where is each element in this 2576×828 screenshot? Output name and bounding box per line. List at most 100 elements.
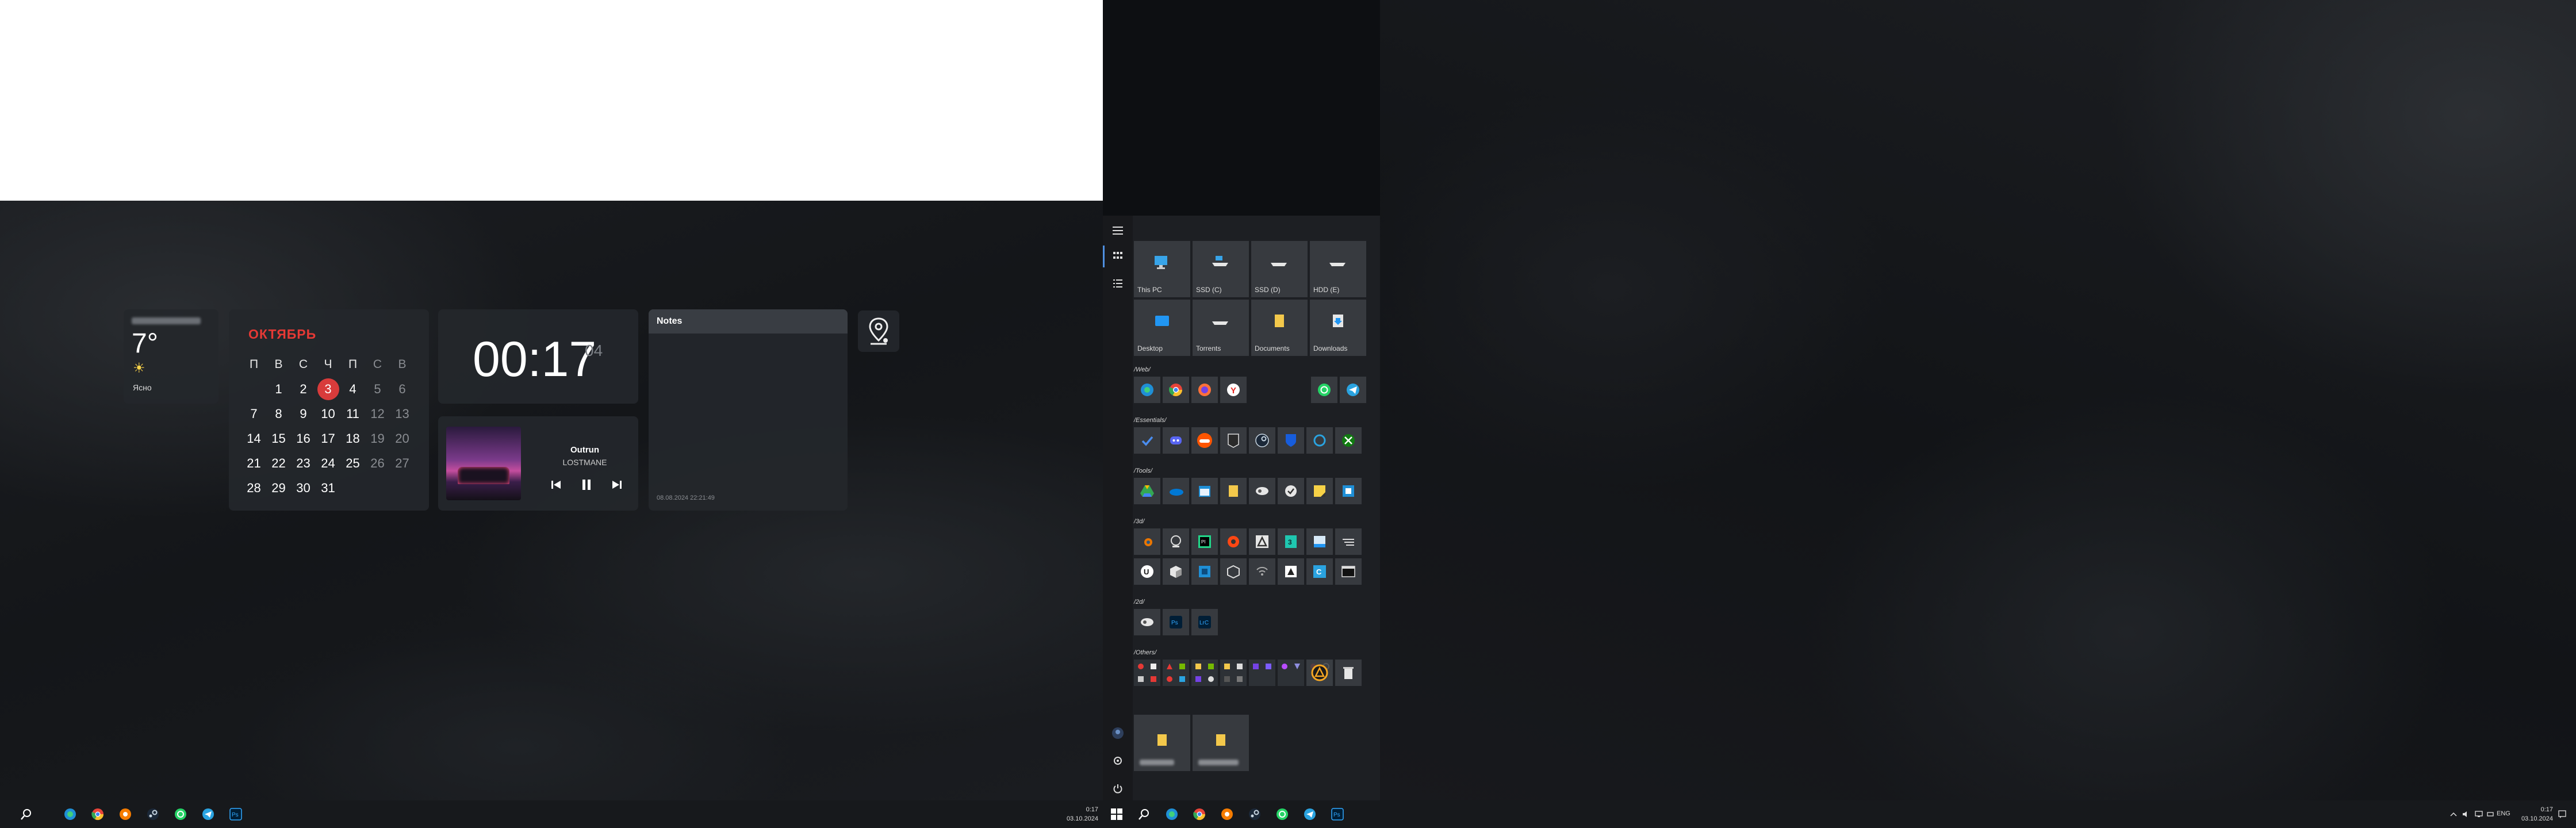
tile-hdd-e[interactable]: HDD (E) (1310, 241, 1366, 297)
cube-app-icon[interactable] (1163, 558, 1189, 585)
whatsapp-icon[interactable] (171, 805, 190, 823)
yandex-browser-icon[interactable] (1218, 805, 1236, 823)
lightroom-icon[interactable]: LrC (1191, 609, 1218, 635)
yandex-browser-icon[interactable]: Y (1220, 377, 1247, 403)
firefox-icon[interactable] (1191, 377, 1218, 403)
substance-icon[interactable]: 3 (1278, 528, 1304, 555)
previous-track-icon[interactable] (547, 476, 565, 493)
blender-icon[interactable] (1134, 528, 1160, 555)
notes-file-icon[interactable] (1220, 478, 1247, 504)
yandex-browser-icon[interactable] (116, 805, 135, 823)
recycle-bin-icon[interactable] (1335, 660, 1362, 686)
chrome-icon[interactable] (1190, 805, 1209, 823)
windows-start-icon[interactable] (1107, 805, 1126, 823)
photoshop-icon[interactable]: Ps (227, 805, 245, 823)
edge-icon[interactable] (1163, 805, 1181, 823)
user-avatar[interactable] (1109, 724, 1127, 742)
toolbox-icon[interactable] (1335, 528, 1362, 555)
remote-desktop-icon[interactable] (1335, 478, 1362, 504)
calendar-weekday: П (348, 357, 358, 371)
cinema-app-icon[interactable]: C (1306, 558, 1333, 585)
others-folder-2[interactable] (1163, 660, 1189, 686)
chrome-icon[interactable] (1163, 377, 1189, 403)
meshroom-icon[interactable] (1163, 528, 1189, 555)
soundcloud-icon[interactable] (1191, 427, 1218, 454)
krita-icon[interactable] (1134, 609, 1160, 635)
sticky-notes-icon[interactable] (1306, 478, 1333, 504)
app-mini-icon (1234, 673, 1245, 685)
rail-active-indicator (1103, 246, 1105, 267)
tray-device-icon[interactable] (2485, 805, 2496, 823)
wechat-like-icon[interactable] (1306, 427, 1333, 454)
next-track-icon[interactable] (608, 476, 626, 493)
unity-hub-icon[interactable] (1249, 528, 1275, 555)
bitwarden-icon[interactable] (1278, 427, 1304, 454)
others-folder-6[interactable] (1278, 660, 1304, 686)
others-folder-4[interactable] (1220, 660, 1247, 686)
others-folder-1[interactable] (1134, 660, 1160, 686)
calendar-day: 13 (395, 406, 409, 421)
edge-icon[interactable] (1134, 377, 1160, 403)
network-icon[interactable] (2474, 805, 2484, 823)
others-folder-3[interactable] (1191, 660, 1218, 686)
onedrive-icon[interactable] (1163, 478, 1189, 504)
3d-builder-icon[interactable] (1220, 558, 1247, 585)
photoshop-icon[interactable]: Ps (1163, 609, 1189, 635)
camera-pin-widget[interactable] (858, 310, 899, 352)
unreal-engine-icon[interactable]: U (1134, 558, 1160, 585)
google-drive-icon[interactable] (1134, 478, 1160, 504)
tile-ssd-d[interactable]: SSD (D) (1251, 241, 1308, 297)
houdini-icon[interactable] (1220, 528, 1247, 555)
pause-icon[interactable] (578, 476, 595, 493)
notes-widget[interactable]: Notes 08.08.2024 22:21:49 (649, 309, 848, 511)
telegram-icon[interactable] (1340, 377, 1366, 403)
photoshop-icon[interactable]: Ps (1328, 805, 1347, 823)
pinned-note-2[interactable] (1193, 715, 1249, 771)
all-apps-list-icon[interactable] (1109, 274, 1127, 293)
edge-icon[interactable] (61, 805, 79, 823)
left-taskbar-clock[interactable]: 0:17 03.10.2024 (1052, 805, 1098, 823)
wireless-display-icon[interactable] (1249, 558, 1275, 585)
search-icon[interactable] (17, 805, 36, 823)
marmoset-icon[interactable] (1306, 528, 1333, 555)
search-icon[interactable] (1135, 805, 1153, 823)
pinned-note-1[interactable] (1134, 715, 1190, 771)
calendar-app-icon[interactable] (1191, 478, 1218, 504)
tile-desktop[interactable]: Desktop (1134, 300, 1190, 356)
telegram-icon[interactable] (199, 805, 217, 823)
tile-downloads[interactable]: Downloads (1310, 300, 1366, 356)
whatsapp-icon[interactable] (1311, 377, 1337, 403)
cleaner-icon[interactable] (1278, 478, 1304, 504)
steam-icon[interactable] (144, 805, 162, 823)
archicad-icon[interactable] (1278, 558, 1304, 585)
discord-icon[interactable] (1163, 427, 1189, 454)
tile-ssd-c[interactable]: SSD (C) (1193, 241, 1249, 297)
microsoft-todo-icon[interactable] (1134, 427, 1160, 454)
right-taskbar-clock[interactable]: 0:17 03.10.2024 (2506, 805, 2553, 823)
steam-icon[interactable] (1249, 427, 1275, 454)
pycharm-icon[interactable]: PI (1191, 528, 1218, 555)
aimp-icon[interactable] (1306, 660, 1333, 686)
xbox-icon[interactable] (1335, 427, 1362, 454)
chrome-icon[interactable] (89, 805, 107, 823)
chevron-up-icon[interactable] (2448, 805, 2459, 823)
epic-games-icon[interactable] (1220, 427, 1247, 454)
clock-time: 00:17 (473, 332, 597, 387)
speaker-icon[interactable] (2461, 805, 2471, 823)
pinned-tiles-icon[interactable] (1109, 247, 1127, 265)
power-icon[interactable] (1109, 779, 1127, 798)
tile-documents[interactable]: Documents (1251, 300, 1308, 356)
settings-gear-icon[interactable] (1109, 752, 1127, 770)
notification-center-icon[interactable] (2555, 805, 2569, 823)
others-folder-5[interactable] (1249, 660, 1275, 686)
steam-icon[interactable] (1245, 805, 1264, 823)
weather-widget[interactable]: 7° ☀ Ясно (124, 309, 218, 404)
terminal-icon[interactable] (1335, 558, 1362, 585)
hamburger-menu-icon[interactable] (1109, 221, 1127, 240)
3d-viewer-icon[interactable] (1191, 558, 1218, 585)
whatsapp-icon[interactable] (1273, 805, 1291, 823)
telegram-icon[interactable] (1301, 805, 1319, 823)
tile-this-pc[interactable]: This PC (1134, 241, 1190, 297)
tile-torrents[interactable]: Torrents (1193, 300, 1249, 356)
snipping-tool-icon[interactable] (1249, 478, 1275, 504)
